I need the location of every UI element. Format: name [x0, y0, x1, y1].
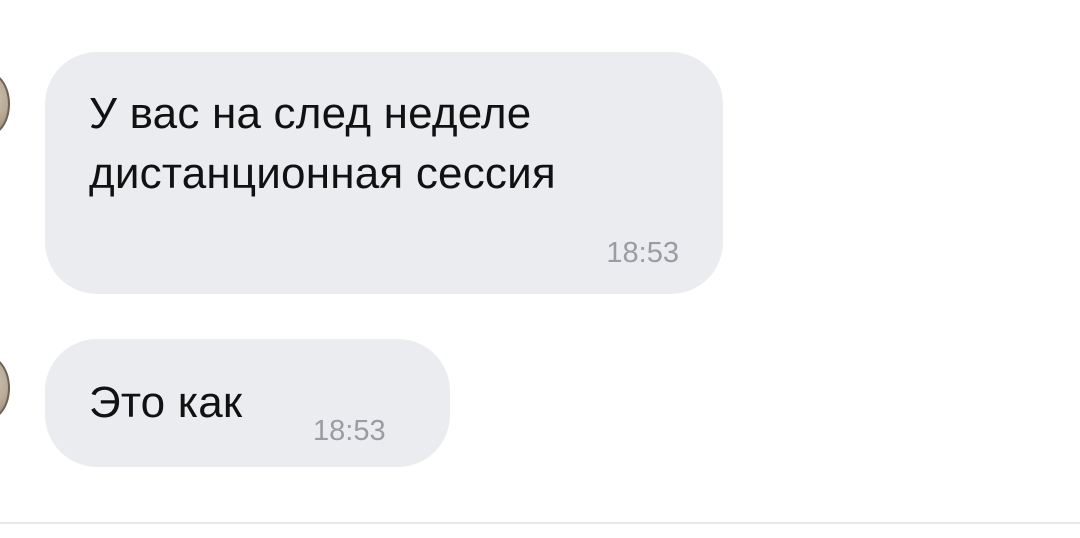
- message-line: дистанционная сессия: [89, 149, 556, 198]
- message-bubble[interactable]: У вас на след неделе дистанционная сесси…: [45, 52, 723, 294]
- chat-view: У вас на след неделе дистанционная сесси…: [0, 0, 1080, 538]
- divider: [0, 522, 1080, 524]
- message-line: У вас на след неделе: [89, 89, 532, 138]
- avatar[interactable]: [0, 72, 10, 136]
- message-bubble[interactable]: Это как 18:53: [45, 339, 450, 467]
- avatar[interactable]: [0, 356, 10, 420]
- message-text: Это как: [89, 378, 243, 427]
- message-time: 18:53: [606, 237, 679, 269]
- message-time: 18:53: [313, 415, 386, 447]
- message-text: У вас на след неделе дистанционная сесси…: [89, 84, 556, 204]
